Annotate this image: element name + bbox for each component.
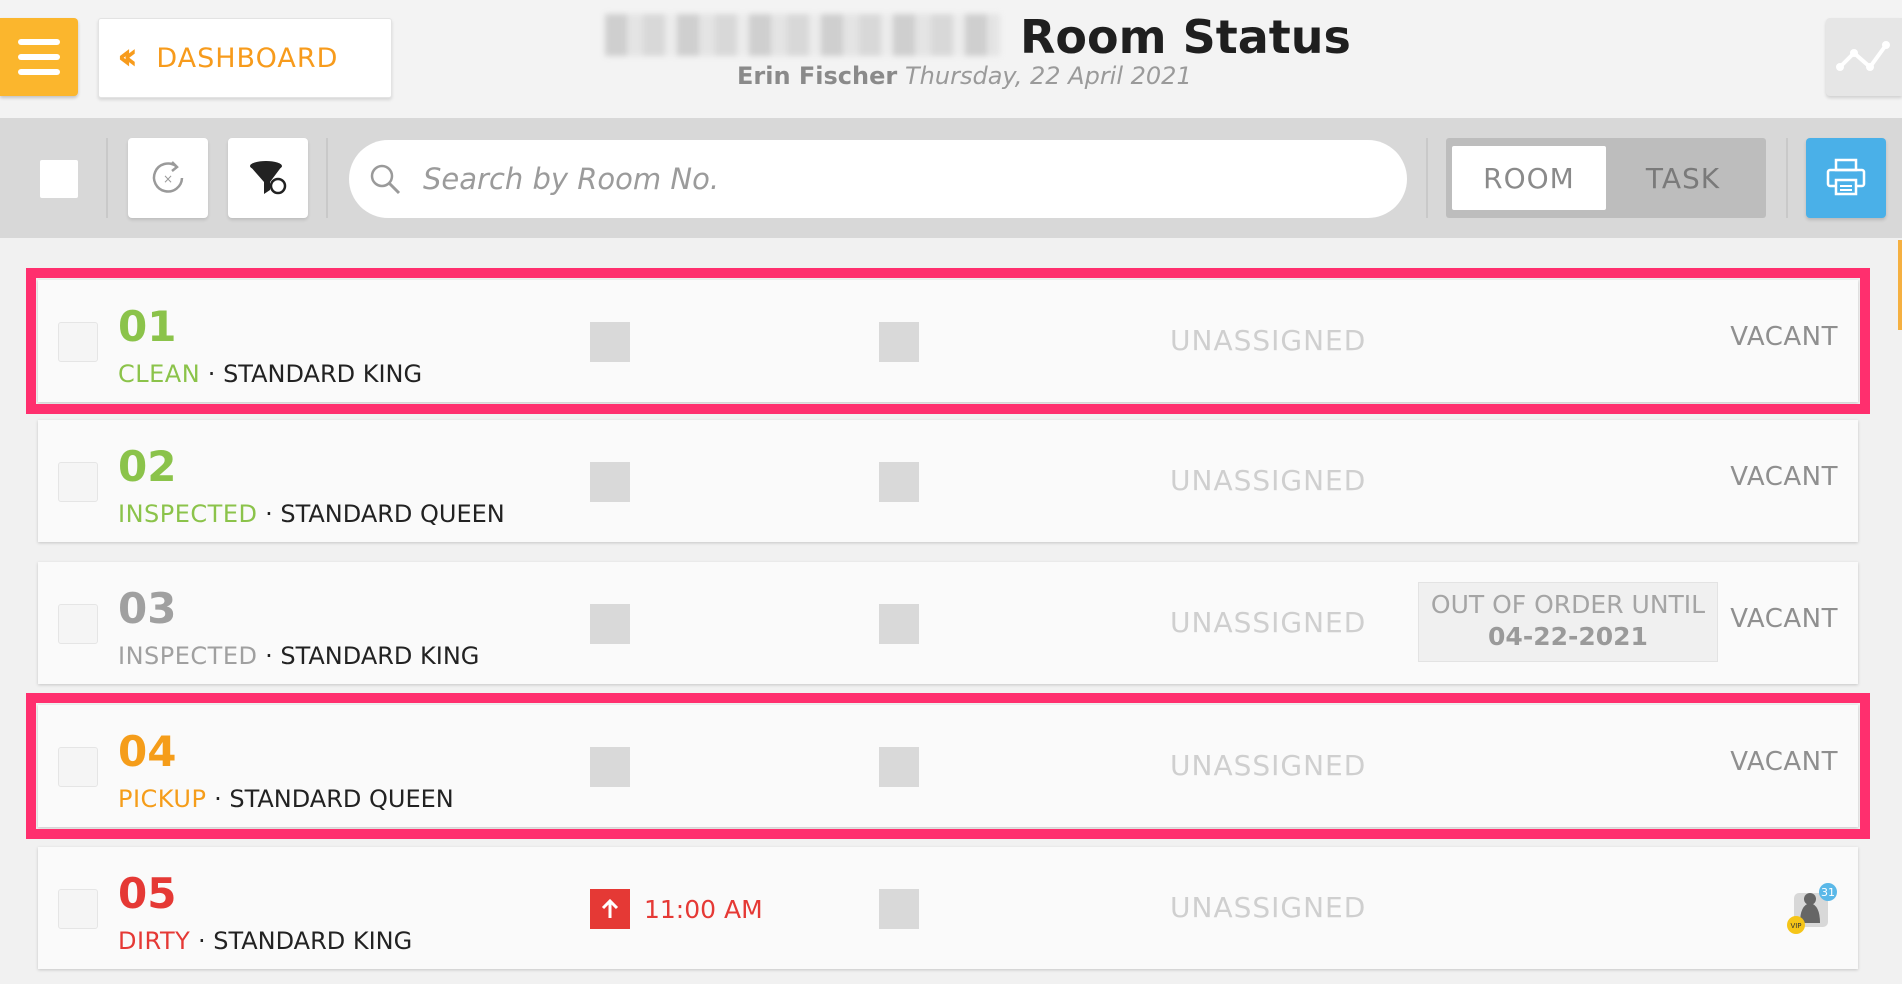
view-toggle: ROOM TASK — [1446, 138, 1766, 218]
room-checkbox[interactable] — [58, 462, 98, 502]
search-icon — [370, 164, 401, 195]
menu-button[interactable] — [0, 18, 78, 96]
svg-text:×: × — [163, 172, 173, 186]
occupancy-status: VACANT — [1730, 604, 1838, 634]
room-status: INSPECTED — [118, 642, 258, 670]
room-type: STANDARD KING — [213, 927, 413, 955]
room-type: STANDARD KING — [280, 642, 480, 670]
task-indicator — [590, 747, 630, 787]
out-of-order-badge: OUT OF ORDER UNTIL 04-22-2021 — [1418, 582, 1718, 662]
print-icon — [1826, 158, 1866, 196]
room-number: 04 — [118, 727, 177, 776]
meta-separator: · — [257, 500, 281, 528]
due-time-label: 11:00 AM — [644, 894, 763, 924]
out-of-order-label: OUT OF ORDER UNTIL — [1430, 590, 1706, 619]
room-number: 02 — [118, 442, 177, 491]
double-chevron-left-icon: ‹‹ — [117, 34, 139, 78]
room-status: INSPECTED — [118, 500, 258, 528]
guest-count-badge: 31 — [1821, 886, 1835, 899]
hotel-name-redacted — [605, 14, 1000, 56]
toolbar-divider — [106, 138, 108, 218]
room-status: DIRTY — [118, 927, 191, 955]
toggle-room[interactable]: ROOM — [1452, 146, 1606, 210]
refresh-button[interactable]: × — [128, 138, 208, 218]
task-indicator — [590, 604, 630, 644]
hamburger-icon — [18, 39, 60, 45]
service-indicator — [879, 462, 919, 502]
room-meta: INSPECTED · STANDARD QUEEN — [118, 500, 505, 528]
toolbar-divider — [326, 138, 328, 218]
dashboard-button[interactable]: ‹‹ DASHBOARD — [98, 18, 392, 98]
hamburger-icon-bar — [18, 69, 60, 75]
room-type: STANDARD KING — [223, 360, 423, 388]
occupancy-status: VACANT — [1730, 462, 1838, 492]
room-meta: CLEAN · STANDARD KING — [118, 360, 422, 388]
meta-separator: · — [206, 785, 230, 813]
vip-badge: VIP — [1790, 922, 1801, 930]
room-type: STANDARD QUEEN — [229, 785, 454, 813]
room-type: STANDARD QUEEN — [280, 500, 505, 528]
toolbar-divider — [1786, 138, 1788, 218]
guest-icon[interactable]: 31 VIP — [1786, 883, 1838, 935]
due-time: 11:00 AM — [590, 889, 763, 929]
select-all-checkbox[interactable] — [40, 160, 78, 198]
task-indicator — [590, 462, 630, 502]
toolbar-divider — [1426, 138, 1428, 218]
room-row[interactable]: 05 DIRTY · STANDARD KING 11:00 AM UNASSI… — [38, 847, 1858, 969]
toolbar: × ROOM TASK — [0, 118, 1902, 238]
current-date: Thursday, 22 April 2021 — [905, 62, 1192, 90]
room-number: 05 — [118, 869, 177, 918]
room-row[interactable]: 02 INSPECTED · STANDARD QUEEN UNASSIGNED… — [38, 420, 1858, 542]
meta-separator: · — [190, 927, 214, 955]
service-indicator — [879, 322, 919, 362]
search-input[interactable] — [423, 162, 1323, 196]
meta-separator: · — [257, 642, 281, 670]
dashboard-label: DASHBOARD — [156, 42, 339, 74]
header: ‹‹ DASHBOARD Room Status Erin Fischer Th… — [0, 0, 1902, 118]
occupancy-status: VACANT — [1730, 747, 1838, 777]
room-meta: PICKUP · STANDARD QUEEN — [118, 785, 454, 813]
assignment-status[interactable]: UNASSIGNED — [1170, 464, 1366, 497]
room-row[interactable]: 04 PICKUP · STANDARD QUEEN UNASSIGNED VA… — [26, 693, 1870, 839]
hamburger-icon-bar — [18, 54, 60, 60]
user-name: Erin Fischer — [737, 62, 898, 90]
filter-icon — [250, 161, 287, 195]
assignment-status[interactable]: UNASSIGNED — [1170, 891, 1366, 924]
assignment-status[interactable]: UNASSIGNED — [1170, 749, 1366, 782]
search-box[interactable] — [349, 140, 1407, 218]
page-title: Room Status — [1020, 10, 1351, 64]
filter-button[interactable] — [228, 138, 308, 218]
arrow-up-icon — [590, 889, 630, 929]
room-number: 01 — [118, 302, 177, 351]
print-button[interactable] — [1806, 138, 1886, 218]
room-number: 03 — [118, 584, 177, 633]
task-indicator — [590, 322, 630, 362]
room-checkbox[interactable] — [58, 747, 98, 787]
service-indicator — [879, 604, 919, 644]
room-checkbox[interactable] — [58, 889, 98, 929]
room-status: PICKUP — [118, 785, 207, 813]
toggle-task[interactable]: TASK — [1606, 146, 1760, 210]
service-indicator — [879, 747, 919, 787]
assignment-status[interactable]: UNASSIGNED — [1170, 606, 1366, 639]
service-indicator — [879, 889, 919, 929]
refresh-icon: × — [152, 161, 184, 193]
out-of-order-date: 04-22-2021 — [1488, 622, 1648, 651]
room-status: CLEAN — [118, 360, 201, 388]
occupancy-status: VACANT — [1730, 322, 1838, 352]
scrollbar[interactable] — [1898, 240, 1902, 330]
room-row[interactable]: 03 INSPECTED · STANDARD KING UNASSIGNED … — [38, 562, 1858, 684]
line-graph-icon — [1836, 41, 1890, 71]
room-meta: INSPECTED · STANDARD KING — [118, 642, 479, 670]
graph-button[interactable] — [1826, 18, 1902, 96]
assignment-status[interactable]: UNASSIGNED — [1170, 324, 1366, 357]
room-checkbox[interactable] — [58, 604, 98, 644]
room-row[interactable]: 01 CLEAN · STANDARD KING UNASSIGNED VACA… — [26, 268, 1870, 414]
room-meta: DIRTY · STANDARD KING — [118, 927, 412, 955]
room-checkbox[interactable] — [58, 322, 98, 362]
meta-separator: · — [200, 360, 224, 388]
